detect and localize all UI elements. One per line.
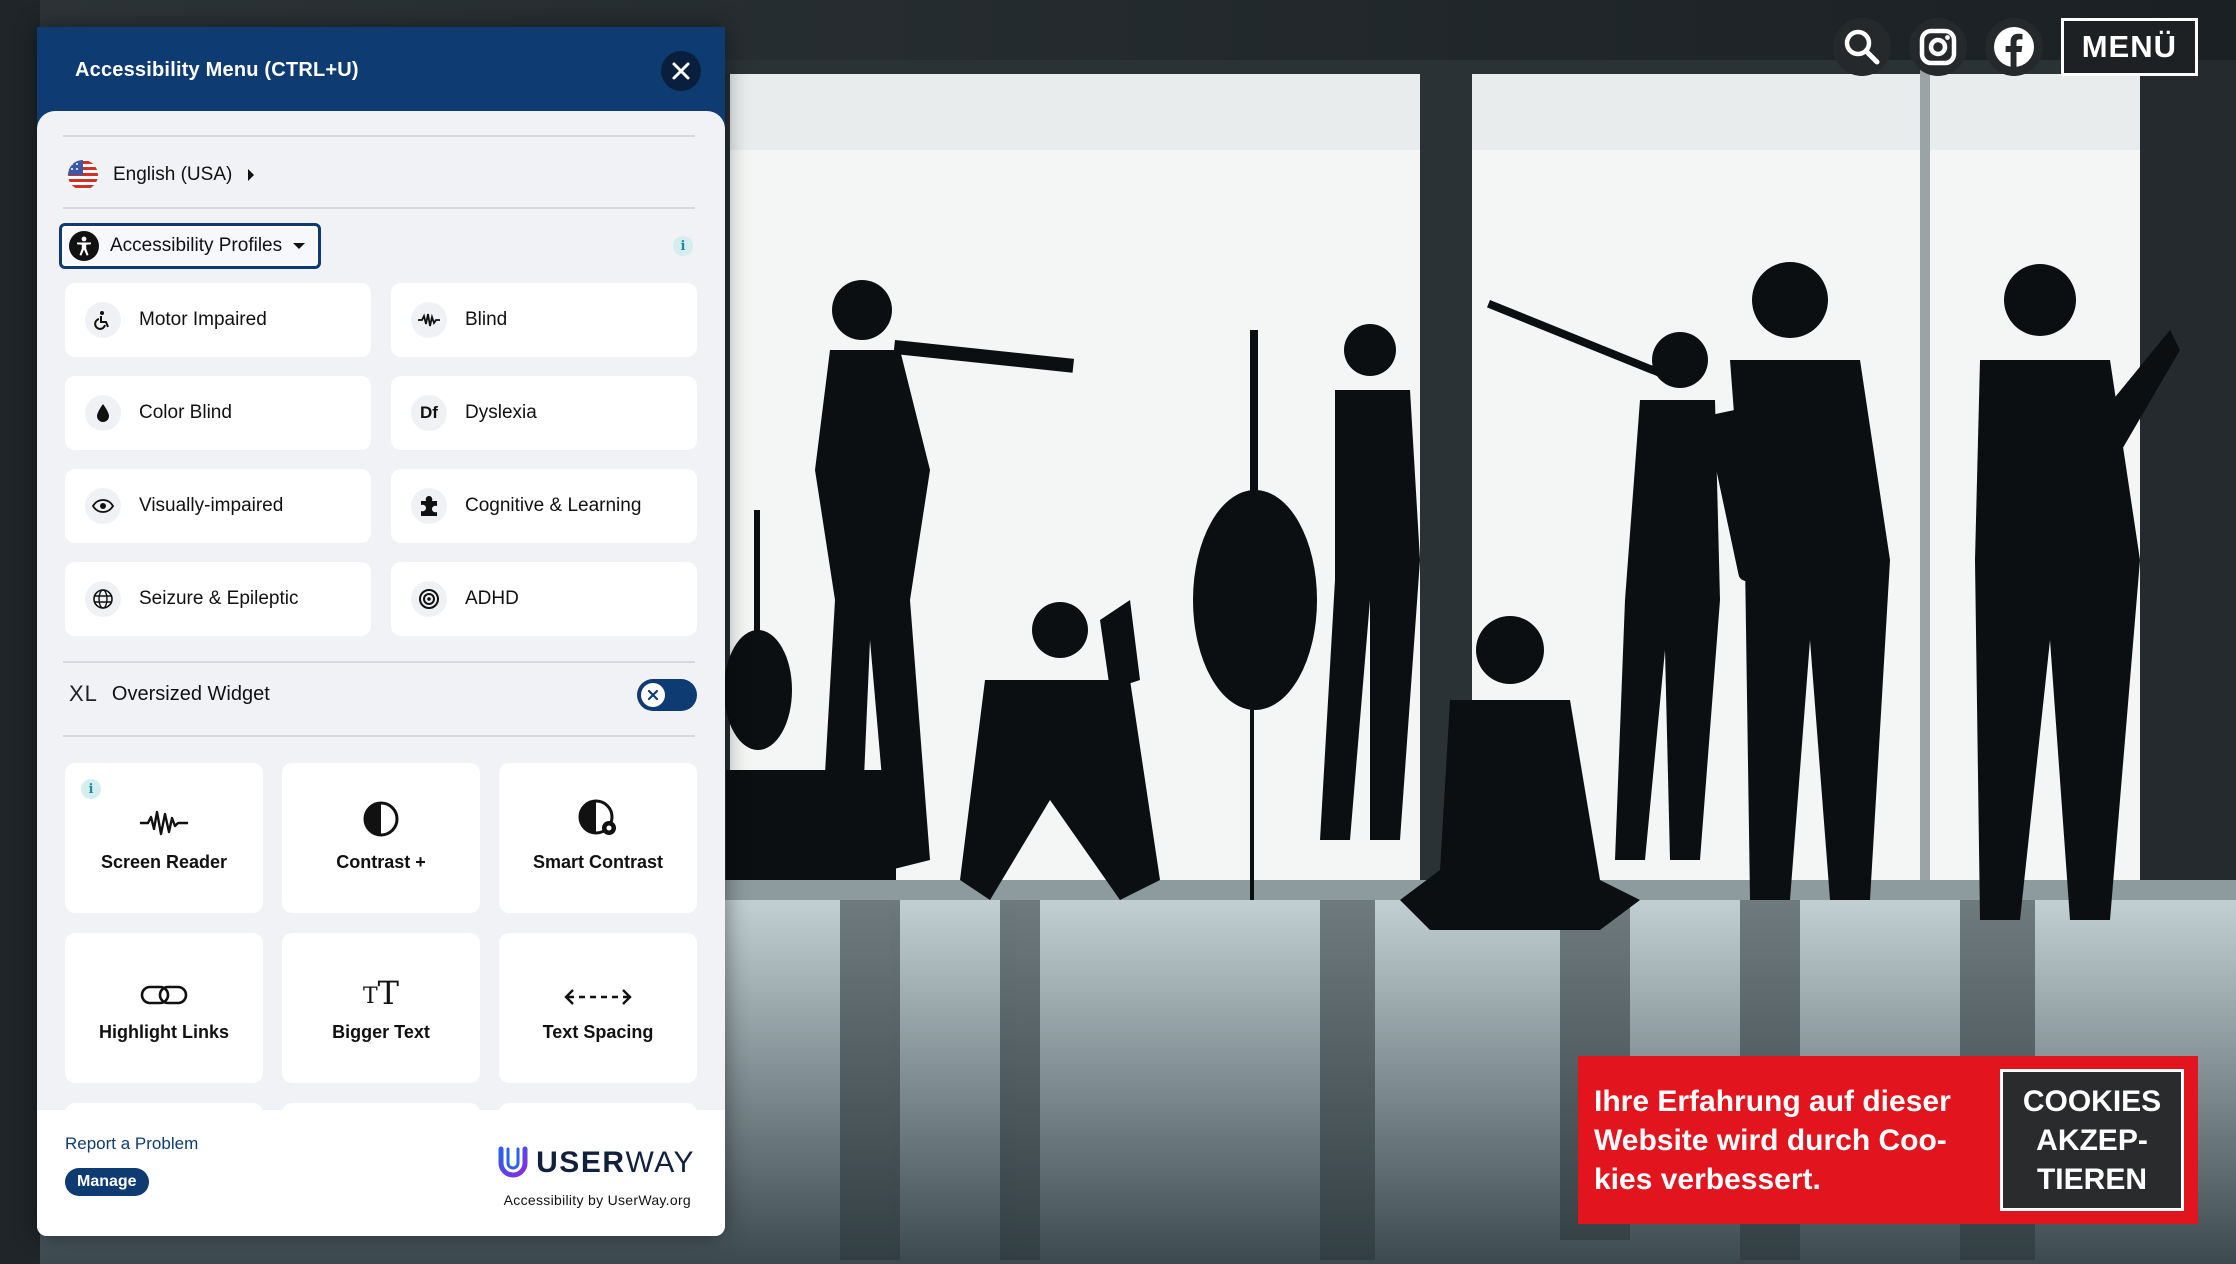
tool-contrast[interactable]: Contrast +: [282, 763, 480, 913]
divider: [63, 135, 695, 137]
search-button[interactable]: [1832, 18, 1891, 76]
close-button[interactable]: [661, 51, 701, 91]
droplet-icon: [85, 395, 121, 431]
search-icon: [1844, 29, 1880, 65]
profiles-label: Accessibility Profiles: [110, 235, 283, 256]
bigger-text-icon: TT: [362, 974, 400, 1012]
accessibility-profiles-dropdown[interactable]: Accessibility Profiles: [59, 223, 321, 269]
close-icon: [672, 62, 690, 80]
tool-label: Text Spacing: [542, 1022, 654, 1042]
screen-reader-info-icon[interactable]: i: [81, 779, 101, 799]
profile-label: Cognitive & Learning: [465, 495, 642, 516]
tool-smart-contrast[interactable]: Smart Contrast: [499, 763, 697, 913]
cookie-message: Ihre Erfahrung auf dieser Website wird d…: [1594, 1084, 1951, 1196]
userway-tagline: Accessibility by UserWay.org: [503, 1192, 691, 1208]
puzzle-icon: [411, 488, 447, 524]
soundwave-icon: [411, 302, 447, 338]
tool-bigger-text[interactable]: TT Bigger Text: [282, 933, 480, 1083]
tool-text-spacing[interactable]: Text Spacing: [499, 933, 697, 1083]
top-toolbar: MENÜ: [1832, 18, 2198, 76]
accept-cookies-button[interactable]: COOKIES AKZEP- TIEREN: [2000, 1069, 2184, 1211]
divider: [63, 207, 695, 209]
smart-contrast-icon: [578, 799, 616, 835]
eye-icon: [85, 488, 121, 524]
xl-icon: XL: [69, 681, 98, 706]
report-problem-link[interactable]: Report a Problem: [65, 1134, 198, 1154]
soundwave-icon: [140, 810, 188, 836]
cookie-banner: Ihre Erfahrung auf dieser Website wird d…: [1578, 1056, 2198, 1224]
profile-blind[interactable]: Blind: [391, 283, 697, 357]
menu-button[interactable]: MENÜ: [2060, 18, 2198, 76]
facebook-button[interactable]: [1984, 18, 2043, 76]
profile-color-blind[interactable]: Color Blind: [65, 376, 371, 450]
tool-highlight-links[interactable]: Highlight Links: [65, 933, 263, 1083]
tool-label: Screen Reader: [100, 852, 228, 872]
tool-label: Highlight Links: [99, 1022, 229, 1042]
target-icon: [411, 581, 447, 617]
profile-label: Blind: [465, 309, 508, 330]
contrast-icon: [363, 801, 399, 837]
caret-down-icon: [293, 243, 306, 249]
profiles-info-icon[interactable]: i: [673, 236, 693, 256]
instagram-button[interactable]: [1908, 18, 1967, 76]
close-icon: [647, 689, 659, 701]
facebook-icon: [1993, 27, 2034, 67]
oversized-widget-label: Oversized Widget: [111, 682, 270, 705]
profile-label: Dyslexia: [465, 402, 537, 423]
df-icon: Df: [411, 395, 447, 431]
tool-label: Bigger Text: [332, 1022, 430, 1042]
userway-logo[interactable]: USERWAY: [496, 1146, 695, 1180]
profile-motor-impaired[interactable]: Motor Impaired: [65, 283, 371, 357]
wheelchair-icon: [85, 302, 121, 338]
instagram-icon: [1919, 28, 1956, 66]
panel-body: English (USA) Accessibility Profiles i M…: [37, 111, 725, 1137]
profile-label: Color Blind: [139, 402, 232, 423]
oversized-widget-row: XL Oversized Widget: [69, 681, 270, 707]
profile-label: Visually-impaired: [139, 495, 284, 516]
panel-footer: Report a Problem Manage USERWAY Accessib…: [37, 1110, 725, 1236]
accessibility-icon: [69, 231, 99, 261]
text-spacing-icon: [564, 989, 632, 1005]
link-icon: [140, 985, 188, 1005]
userway-logo-icon: [498, 1146, 528, 1178]
tool-label: Contrast +: [336, 852, 426, 872]
language-selector[interactable]: English (USA): [67, 159, 256, 191]
accessibility-panel: Accessibility Menu (CTRL+U) English (USA…: [37, 27, 725, 1236]
divider: [63, 661, 695, 663]
profile-label: Seizure & Epileptic: [139, 588, 299, 609]
profile-cognitive-learning[interactable]: Cognitive & Learning: [391, 469, 697, 543]
caret-right-icon: [248, 169, 255, 181]
profile-label: ADHD: [465, 588, 519, 609]
profile-visually-impaired[interactable]: Visually-impaired: [65, 469, 371, 543]
language-label: English (USA): [113, 164, 233, 185]
divider: [63, 735, 695, 737]
manage-button[interactable]: Manage: [65, 1168, 149, 1196]
panel-title: Accessibility Menu (CTRL+U): [75, 59, 359, 81]
profile-dyslexia[interactable]: Df Dyslexia: [391, 376, 697, 450]
us-flag-icon: [68, 160, 98, 190]
globe-icon: [85, 581, 121, 617]
tool-label: Smart Contrast: [532, 852, 664, 872]
profile-seizure-epileptic[interactable]: Seizure & Epileptic: [65, 562, 371, 636]
profile-label: Motor Impaired: [139, 309, 267, 330]
profile-adhd[interactable]: ADHD: [391, 562, 697, 636]
oversized-widget-toggle[interactable]: [637, 679, 697, 711]
